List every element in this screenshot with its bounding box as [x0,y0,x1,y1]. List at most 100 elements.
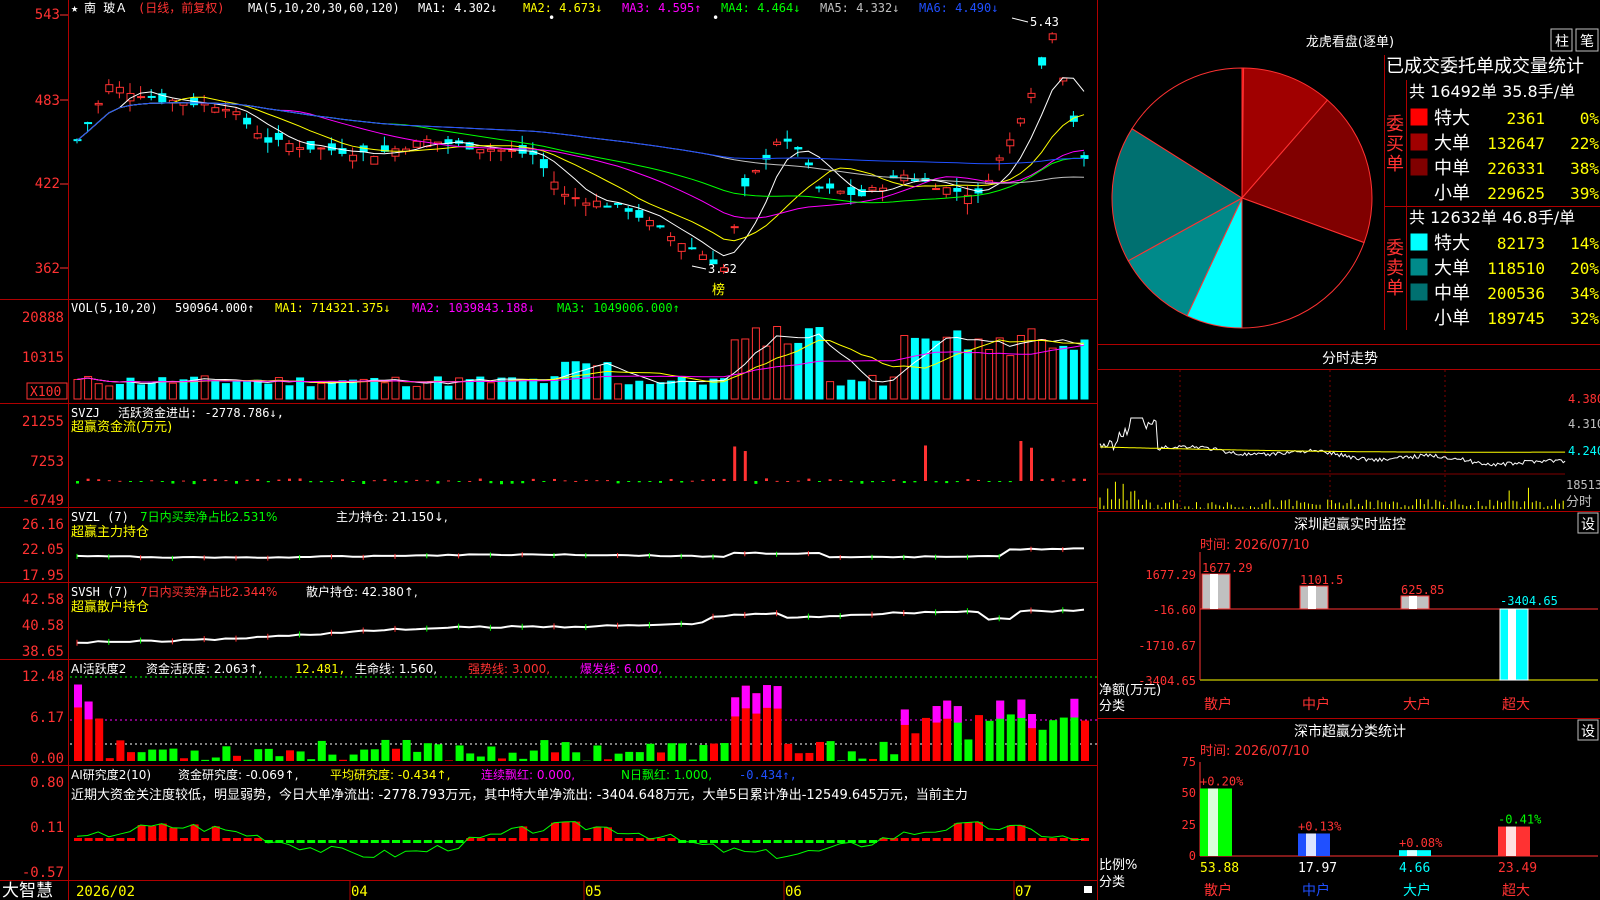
flow-bar [955,481,959,483]
flow-bar [213,479,217,481]
activity-bar [635,752,644,761]
research-bar [307,840,316,843]
svzl-axis-label: 22.05 [22,542,64,558]
volume-bar [317,382,326,400]
flow-bar [701,479,705,481]
ratio-value-label: 23.49 [1498,861,1537,876]
sz-monitor-chart[interactable]: 1677.29 散户 1101.5 中户 625.85 大户 -3404.65 超大 [1199,552,1598,713]
candlestick-chart[interactable] [73,32,1089,274]
candle-body [910,179,919,182]
ratio-change-label: +0.08% [1399,836,1443,850]
research-bar [922,838,930,841]
flow-bar [1051,478,1055,481]
ai1-life: 生命线: 1.560, [355,661,437,676]
legend-name: 大单 [1434,133,1470,154]
side-label: 单 [1386,154,1404,175]
app-logo: 大智慧 [2,881,53,900]
volume-chart[interactable] [73,325,1089,400]
ai1-name: AI活跃度2 [71,661,126,676]
research-bar [731,840,740,843]
research-bar [180,838,188,841]
flow-bar [648,481,652,482]
research-bar [201,838,210,841]
legend-swatch [1410,283,1428,301]
volume-bar [783,343,792,400]
category-label: 超大 [1502,697,1530,713]
svzl-chart[interactable] [76,546,1084,561]
legend-name: 中单 [1434,283,1470,304]
candle-body [698,254,707,261]
dragon-tiger-marker[interactable]: 榜 [712,282,725,298]
sz-monitor-settings-label: 设 [1581,517,1595,533]
activity-bar [826,741,835,761]
event-marker[interactable]: • [712,11,719,25]
legend-pct: 34% [1570,284,1599,303]
flow-bar [203,479,207,481]
intraday-chart[interactable] [1099,417,1566,509]
sz-axis-label: 1677.29 [1145,568,1196,582]
candle-body [296,147,305,150]
research-bar [784,840,793,843]
candle-body [624,208,633,212]
research-bar [1059,838,1068,841]
activity-bar [561,742,570,761]
activity-bar [233,755,241,761]
volume-bar [571,361,580,400]
flow-bar [510,481,514,484]
candle-body [656,225,665,228]
szc-axis-subtitle: 分类 [1099,875,1125,890]
flow-bar [881,481,885,482]
flow-bar [712,479,715,481]
candle-body [709,259,718,265]
szc-axis-label: 75 [1182,755,1196,769]
svzj-chart[interactable] [76,441,1086,485]
date-axis-label: 2026/02 [76,884,135,900]
period-label[interactable]: (日线，前复权) [138,0,224,15]
flow-bar [680,481,684,483]
event-marker[interactable]: • [548,11,555,25]
flow-bar [553,478,556,481]
sz-axis-subtitle: 分类 [1099,699,1125,714]
lhb-pie-chart[interactable] [1111,67,1373,329]
lock-icon[interactable] [1084,886,1092,893]
volume-bar [645,384,654,400]
flow-bar [1072,478,1076,481]
ai1-activity: 资金活跃度: 2.063↑, [146,661,262,676]
flow-bar [945,481,949,484]
activity-bar [222,746,231,761]
research-bar-tall [953,823,962,840]
volume-bar [963,349,972,400]
ai-activity-chart[interactable] [70,676,1097,761]
ma-line [76,102,1085,204]
volume-bar [1006,355,1015,400]
research-bar [381,840,390,843]
activity-bar-top [932,706,941,723]
stock-chart-canvas[interactable]: 543 483 422 362 ★ 南 玻Ａ (日线，前复权) MA(5,10,… [0,0,1600,900]
candle-body [561,193,570,197]
category-label: 大户 [1403,882,1431,899]
volume-bar [179,379,188,400]
flow-bar [987,481,991,482]
category-label: 大户 [1403,696,1431,713]
sz-class-chart[interactable]: +0.20% 53.88 散户 +0.13% 17.97 中户 +0.08% 4.66 大户 -0… [1199,762,1598,899]
research-bar [805,840,814,843]
candle-body [804,162,813,166]
research-bar [243,838,252,841]
activity-bar [699,745,708,761]
candle-body [1006,139,1015,147]
volume-bar [879,385,888,400]
volume-bar [1038,339,1047,400]
activity-bar [837,760,846,761]
flow-bar [966,479,970,481]
volume-bar [985,348,994,400]
favorite-star-icon[interactable]: ★ [71,1,78,15]
volume-bar [211,380,220,400]
net-amount-label: -3404.65 [1500,594,1558,608]
szc-axis-label: 0 [1189,849,1196,863]
ai-research-chart[interactable] [74,821,1089,860]
volume-bar [688,381,697,400]
candle-body [486,148,495,152]
svsh-chart[interactable] [76,607,1085,646]
activity-bar-top [763,685,771,708]
flow-bar [86,478,90,481]
